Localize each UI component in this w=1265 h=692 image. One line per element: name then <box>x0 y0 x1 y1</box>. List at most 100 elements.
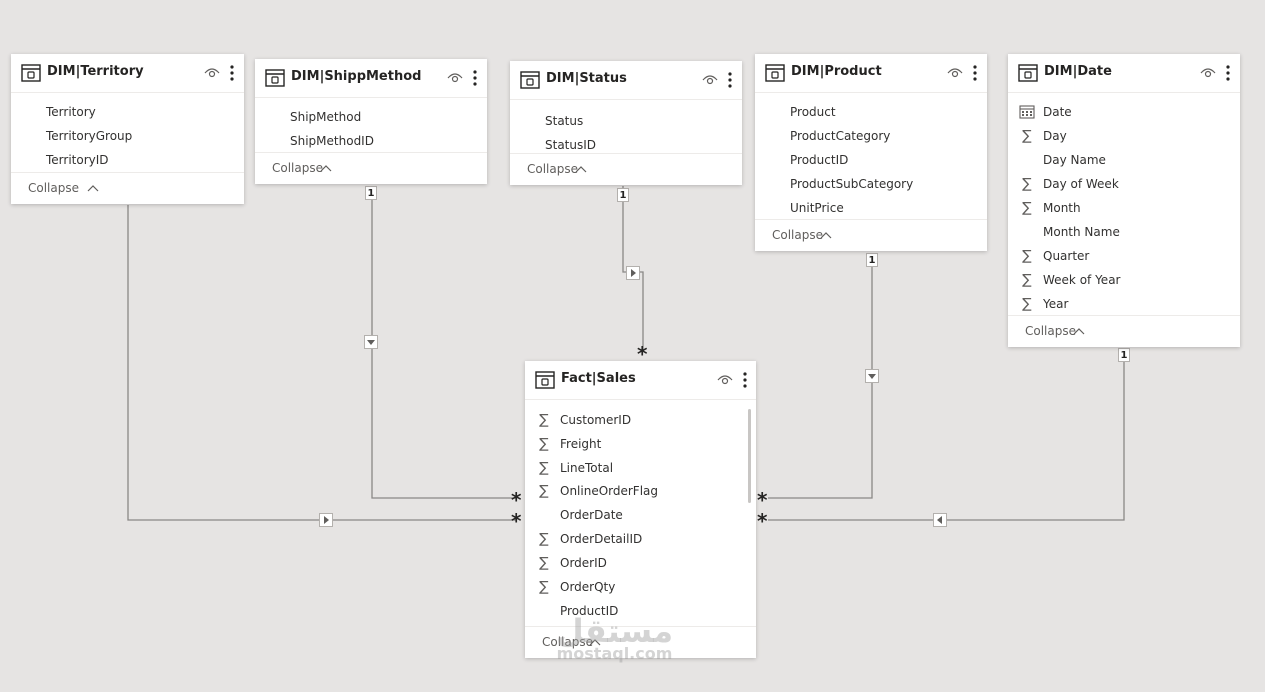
one-marker-status: 1 <box>617 188 629 202</box>
field-label: Date <box>1043 105 1072 119</box>
field-item[interactable]: Status <box>510 109 742 133</box>
field-item[interactable]: ∑ Freight <box>525 432 756 456</box>
field-item[interactable]: OrderDate <box>525 503 756 527</box>
field-item[interactable]: ProductID <box>755 148 987 172</box>
chevron-up-icon <box>320 165 332 172</box>
field-item[interactable]: ProductSubCategory <box>755 172 987 196</box>
more-options-icon[interactable] <box>472 69 478 87</box>
field-item[interactable]: Month Name <box>1008 220 1240 244</box>
sigma-icon: ∑ <box>539 412 549 428</box>
field-item[interactable]: ∑ Year <box>1008 292 1240 316</box>
filter-direction-right-icon[interactable] <box>319 513 333 527</box>
field-label: Product <box>790 105 836 119</box>
table-card-shipmethod[interactable]: DIM|ShippMethod ShipMethod ShipMethodID … <box>255 59 487 184</box>
table-title: DIM|Status <box>546 71 627 86</box>
field-item[interactable]: Date <box>1008 100 1240 124</box>
many-marker-date: * <box>757 509 768 533</box>
many-marker-product: * <box>757 488 768 512</box>
field-item[interactable]: ShipMethodID <box>255 129 487 153</box>
field-item[interactable]: ∑ OrderID <box>525 551 756 575</box>
field-item[interactable]: ∑ OnlineOrderFlag <box>525 479 756 503</box>
field-item[interactable]: ∑ LineTotal <box>525 456 756 480</box>
table-card-territory[interactable]: DIM|Territory Territory TerritoryGroup T… <box>11 54 244 204</box>
field-item[interactable]: ProductCategory <box>755 124 987 148</box>
table-card-status[interactable]: DIM|Status Status StatusID Collapse <box>510 61 742 185</box>
field-label: Year <box>1043 297 1069 311</box>
more-options-icon[interactable] <box>727 71 733 89</box>
watermark-latin: mostaql.com <box>556 644 673 663</box>
more-options-icon[interactable] <box>972 64 978 82</box>
collapse-button[interactable]: Collapse <box>272 161 323 175</box>
table-header[interactable]: Fact|Sales <box>525 361 756 400</box>
collapse-row[interactable]: Collapse <box>1008 315 1240 347</box>
field-label: OnlineOrderFlag <box>560 484 659 498</box>
table-title: DIM|Product <box>791 64 882 79</box>
table-icon <box>1018 64 1038 82</box>
field-item[interactable]: ∑ Day of Week <box>1008 172 1240 196</box>
field-item[interactable]: UnitPrice <box>755 196 987 220</box>
field-item[interactable]: ∑ Day <box>1008 124 1240 148</box>
table-card-date[interactable]: DIM|Date Date ∑ Day Day Name ∑ Day of Week… <box>1008 54 1240 347</box>
field-label: Quarter <box>1043 249 1090 263</box>
field-item[interactable]: ∑ CustomerID <box>525 408 756 432</box>
collapse-button[interactable]: Collapse <box>28 181 79 195</box>
collapse-row[interactable]: Collapse <box>755 219 987 251</box>
field-item[interactable]: ∑ OrderQty <box>525 575 756 599</box>
table-header[interactable]: DIM|Status <box>510 61 742 100</box>
field-label: Month <box>1043 201 1081 215</box>
filter-direction-left-icon[interactable] <box>933 513 947 527</box>
vertical-scrollbar[interactable] <box>748 409 751 503</box>
sigma-icon: ∑ <box>1022 200 1032 216</box>
field-item[interactable]: ShipMethod <box>255 105 487 129</box>
collapse-row[interactable]: Collapse <box>255 152 487 184</box>
collapse-row[interactable]: Collapse <box>510 153 742 185</box>
table-header[interactable]: DIM|Territory <box>11 54 244 93</box>
eye-icon[interactable] <box>717 374 733 386</box>
filter-direction-down-icon[interactable] <box>364 335 378 349</box>
more-options-icon[interactable] <box>1225 64 1231 82</box>
table-card-product[interactable]: DIM|Product Product ProductCategory Prod… <box>755 54 987 251</box>
table-header[interactable]: DIM|Product <box>755 54 987 93</box>
table-header[interactable]: DIM|Date <box>1008 54 1240 93</box>
table-title: Fact|Sales <box>561 371 636 386</box>
eye-icon[interactable] <box>702 74 718 86</box>
field-item[interactable]: TerritoryID <box>11 148 244 172</box>
sigma-icon: ∑ <box>539 460 549 476</box>
one-marker-date: 1 <box>1118 348 1130 362</box>
field-item[interactable]: ∑ Month <box>1008 196 1240 220</box>
field-item[interactable]: Product <box>755 100 987 124</box>
field-item[interactable]: TerritoryGroup <box>11 124 244 148</box>
collapse-row[interactable]: Collapse <box>11 172 244 204</box>
field-item[interactable]: ∑ Week of Year <box>1008 268 1240 292</box>
collapse-button[interactable]: Collapse <box>1025 324 1076 338</box>
eye-icon[interactable] <box>947 67 963 79</box>
sigma-icon: ∑ <box>1022 248 1032 264</box>
field-item[interactable]: ∑ OrderDetailID <box>525 527 756 551</box>
table-title: DIM|Territory <box>47 64 144 79</box>
field-item[interactable]: ∑ Quarter <box>1008 244 1240 268</box>
collapse-button[interactable]: Collapse <box>772 228 823 242</box>
field-label: OrderDetailID <box>560 532 643 546</box>
field-label: ShipMethodID <box>290 134 374 148</box>
filter-direction-down-icon[interactable] <box>865 369 879 383</box>
sigma-icon: ∑ <box>539 483 549 499</box>
chevron-up-icon <box>820 232 832 239</box>
table-icon <box>520 71 540 89</box>
eye-icon[interactable] <box>1200 67 1216 79</box>
collapse-button[interactable]: Collapse <box>527 162 578 176</box>
filter-direction-right-icon[interactable] <box>626 266 640 280</box>
field-label: Territory <box>46 105 96 119</box>
more-options-icon[interactable] <box>229 64 235 82</box>
eye-icon[interactable] <box>447 72 463 84</box>
table-icon <box>535 371 555 389</box>
field-item[interactable]: Day Name <box>1008 148 1240 172</box>
field-item[interactable]: Territory <box>11 100 244 124</box>
table-header[interactable]: DIM|ShippMethod <box>255 59 487 98</box>
more-options-icon[interactable] <box>742 371 748 389</box>
field-label: TerritoryID <box>46 153 109 167</box>
field-label: ProductID <box>790 153 849 167</box>
field-label: Month Name <box>1043 225 1120 239</box>
field-label: ProductCategory <box>790 129 891 143</box>
eye-icon[interactable] <box>204 67 220 79</box>
chevron-up-icon <box>575 166 587 173</box>
